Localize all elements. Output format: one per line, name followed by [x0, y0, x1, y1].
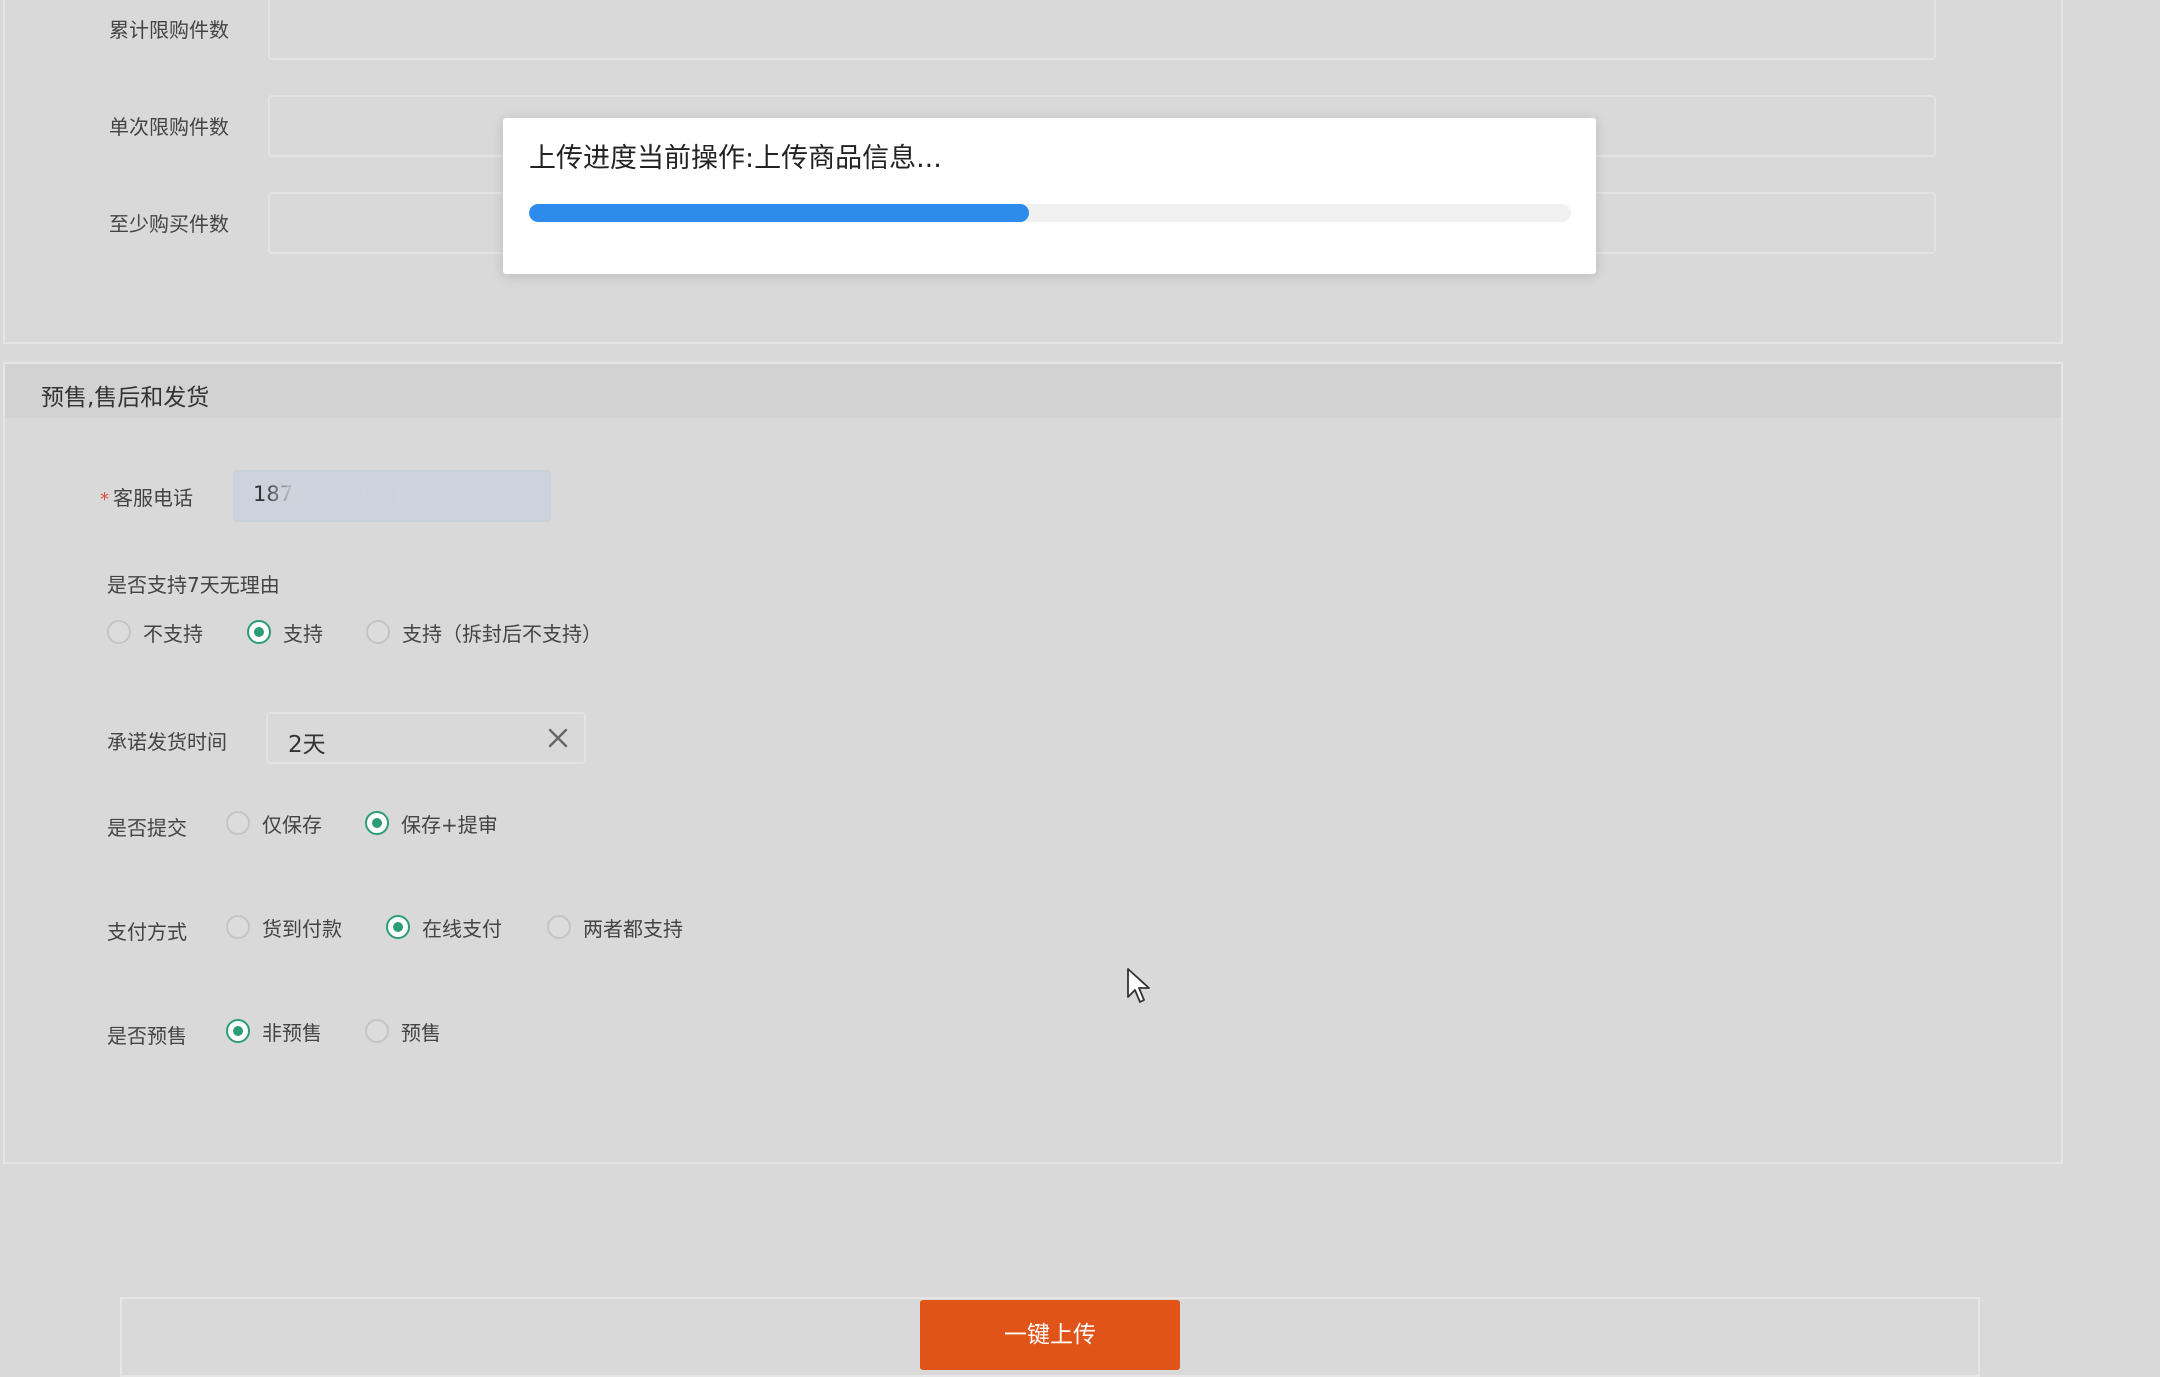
clear-icon[interactable] — [546, 726, 570, 750]
section-title: 预售,售后和发货 — [41, 385, 210, 411]
service-phone-label: * 客服电话 — [100, 482, 193, 511]
payment-method-label: 支付方式 — [107, 920, 187, 944]
redacted-phone-blur — [265, 482, 390, 508]
radio-circle-checked — [247, 620, 271, 644]
section-header: 预售,售后和发货 — [5, 364, 2061, 418]
upload-progress-dialog: 上传进度当前操作:上传商品信息... — [503, 118, 1596, 274]
cumulative-limit-input[interactable] — [268, 0, 1936, 60]
cumulative-limit-label: 累计限购件数 — [109, 18, 229, 42]
seven-day-option-supported[interactable]: 支持 — [247, 617, 323, 647]
presale-option-presale[interactable]: 预售 — [365, 1016, 441, 1046]
upload-progress-fill — [529, 204, 1030, 222]
radio-label: 非预售 — [262, 1020, 322, 1045]
service-phone-label-text: 客服电话 — [113, 486, 193, 510]
radio-circle-checked — [365, 811, 389, 835]
single-limit-label: 单次限购件数 — [109, 115, 229, 139]
radio-label: 预售 — [401, 1020, 441, 1045]
ship-time-value: 2天 — [288, 732, 326, 758]
ship-time-label: 承诺发货时间 — [107, 730, 227, 754]
radio-label: 支持（拆封后不支持） — [402, 621, 602, 646]
submit-option-save-only[interactable]: 仅保存 — [226, 808, 322, 838]
radio-label: 在线支付 — [422, 916, 502, 941]
presale-option-non-presale[interactable]: 非预售 — [226, 1016, 322, 1046]
seven-day-return-label: 是否支持7天无理由 — [107, 573, 280, 597]
presale-label: 是否预售 — [107, 1024, 187, 1048]
payment-option-online[interactable]: 在线支付 — [386, 912, 502, 942]
seven-day-option-not-supported[interactable]: 不支持 — [107, 617, 203, 647]
radio-circle — [226, 811, 250, 835]
one-click-upload-button[interactable]: 一键上传 — [920, 1300, 1180, 1370]
radio-label: 仅保存 — [262, 812, 322, 837]
upload-progress-title: 上传进度当前操作:上传商品信息... — [529, 143, 942, 174]
seven-day-option-supported-unopened[interactable]: 支持（拆封后不支持） — [366, 617, 602, 647]
radio-label: 支持 — [283, 621, 323, 646]
required-mark: * — [100, 489, 109, 510]
radio-circle — [547, 915, 571, 939]
radio-circle — [107, 620, 131, 644]
ship-time-select[interactable]: 2天 — [266, 712, 586, 764]
radio-circle — [365, 1019, 389, 1043]
submit-mode-label: 是否提交 — [107, 816, 187, 840]
radio-circle — [226, 915, 250, 939]
radio-label: 不支持 — [143, 621, 203, 646]
radio-label: 两者都支持 — [583, 916, 683, 941]
radio-label: 保存+提审 — [401, 812, 498, 837]
mouse-cursor-icon — [1127, 968, 1150, 1003]
payment-option-both[interactable]: 两者都支持 — [547, 912, 683, 942]
radio-label: 货到付款 — [262, 916, 342, 941]
upload-progress-track — [529, 204, 1571, 222]
radio-circle-checked — [226, 1019, 250, 1043]
radio-circle-checked — [386, 915, 410, 939]
payment-option-cod[interactable]: 货到付款 — [226, 912, 342, 942]
submit-option-save-and-review[interactable]: 保存+提审 — [365, 808, 498, 838]
radio-circle — [366, 620, 390, 644]
minimum-purchase-label: 至少购买件数 — [109, 212, 229, 236]
